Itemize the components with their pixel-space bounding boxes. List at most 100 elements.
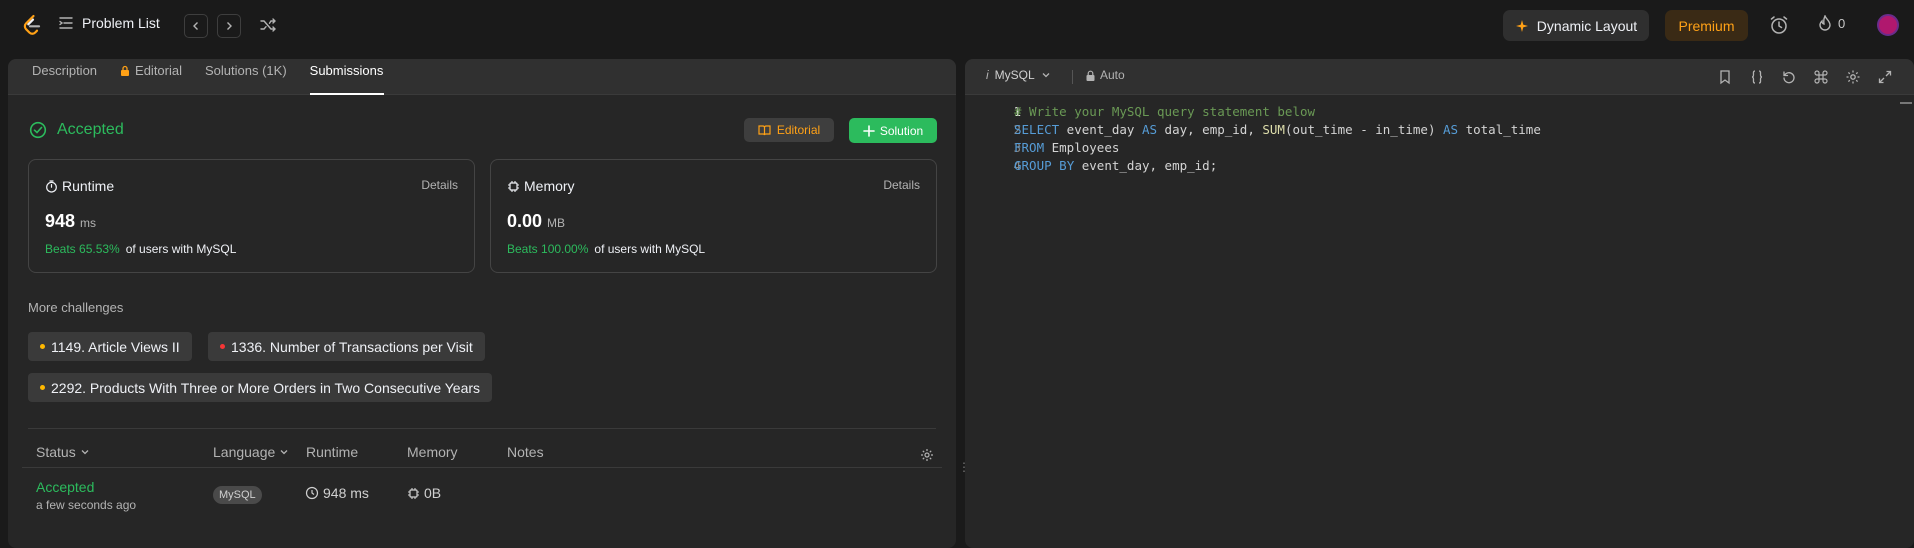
chevron-down-icon <box>280 450 288 455</box>
runtime-details-link[interactable]: Details <box>421 178 458 192</box>
reset-icon[interactable] <box>1781 69 1797 85</box>
editorial-button[interactable]: Editorial <box>744 118 834 142</box>
more-challenges-label: More challenges <box>28 300 124 315</box>
language-select-value: MySQL <box>994 68 1035 82</box>
runtime-value: 948 ms <box>45 211 96 232</box>
runtime-unit: ms <box>80 216 97 230</box>
avatar[interactable] <box>1877 14 1899 36</box>
row-memory: 0B <box>407 485 441 501</box>
code-line[interactable]: # Write your MySQL query statement below <box>1014 103 1315 121</box>
prev-problem-button[interactable] <box>184 14 208 38</box>
format-braces-icon[interactable] <box>1749 69 1765 85</box>
notes-header-label: Notes <box>507 444 544 460</box>
runtime-card[interactable]: Runtime Details 948 ms Beats 65.53% of us… <box>28 159 475 273</box>
leetcode-logo-icon[interactable] <box>20 13 44 37</box>
solution-button-label: Solution <box>879 123 924 138</box>
dynamic-layout-button[interactable]: Dynamic Layout <box>1503 10 1649 41</box>
toolbar-separator <box>1072 70 1073 84</box>
streak-count: 0 <box>1838 15 1846 31</box>
auto-toggle[interactable]: Auto <box>1086 68 1125 82</box>
chevron-left-icon <box>193 22 198 30</box>
list-icon <box>59 17 73 29</box>
memory-beats-pct: Beats 100.00% <box>507 242 589 256</box>
left-panel: Description Editorial Solutions (1K) Sub… <box>8 59 956 548</box>
tab-label: Submissions <box>309 62 384 78</box>
alarm-clock-icon[interactable] <box>1768 14 1790 36</box>
memory-unit: MB <box>547 216 566 230</box>
tab-editorial[interactable]: Editorial <box>112 59 197 94</box>
memory-card-title: Memory <box>507 178 575 194</box>
tab-label: Description <box>32 62 98 78</box>
result-header: Accepted <box>29 121 124 139</box>
table-row[interactable]: Accepted a few seconds ago MySQL 948 ms … <box>22 479 942 524</box>
command-icon[interactable] <box>1813 69 1829 85</box>
memory-title: Memory <box>524 178 575 194</box>
line-number: 4 <box>1013 158 1021 173</box>
memory-number: 0.00 <box>507 211 543 231</box>
sparkle-icon <box>1515 19 1528 32</box>
line-number: 3 <box>1013 140 1021 155</box>
editor-scrollbar[interactable] <box>1900 102 1912 104</box>
runtime-beats: Beats 65.53% of users with MySQL <box>45 242 236 256</box>
memory-column-header: Memory <box>407 444 458 460</box>
chevron-down-icon <box>81 450 89 455</box>
challenge-label: 1149. Article Views II <box>51 338 180 355</box>
row-status[interactable]: Accepted <box>36 479 94 495</box>
bookmark-icon[interactable] <box>1717 69 1733 85</box>
shuffle-icon[interactable] <box>258 15 278 35</box>
difficulty-dot <box>40 385 45 390</box>
flame-icon <box>1819 15 1831 31</box>
settings-gear-icon[interactable] <box>920 448 934 462</box>
memory-beats: Beats 100.00% of users with MySQL <box>507 242 705 256</box>
challenge-chip[interactable]: 1149. Article Views II <box>28 332 192 361</box>
chevron-right-icon <box>227 22 232 30</box>
code-line[interactable]: GROUP BY event_day, emp_id; <box>1014 157 1217 175</box>
problem-list-link[interactable]: Problem List <box>58 15 160 31</box>
row-runtime: 948 ms <box>305 485 369 501</box>
memory-details-link[interactable]: Details <box>883 178 920 192</box>
lock-icon <box>121 65 130 76</box>
row-runtime-value: 948 ms <box>323 485 369 501</box>
row-language-badge: MySQL <box>213 486 262 504</box>
language-select[interactable]: i MySQL <box>986 68 1051 82</box>
chevron-down-icon <box>1042 73 1050 78</box>
language-column-header[interactable]: Language <box>213 444 289 460</box>
tab-solutions[interactable]: Solutions (1K) <box>197 59 302 94</box>
tab-label: Solutions (1K) <box>205 62 287 78</box>
editor-toolbar: i MySQL Auto <box>965 59 1914 95</box>
status-header-label: Status <box>36 444 76 460</box>
check-circle-icon <box>29 121 47 139</box>
tab-label: Editorial <box>135 62 182 78</box>
premium-label: Premium <box>1678 17 1735 34</box>
line-number: 1 <box>1013 104 1021 119</box>
clock-icon <box>305 486 319 500</box>
runtime-beats-pct: Beats 65.53% <box>45 242 120 256</box>
status-column-header[interactable]: Status <box>36 444 90 460</box>
result-status: Accepted <box>57 121 124 138</box>
runtime-column-header: Runtime <box>306 444 358 460</box>
settings-gear-icon[interactable] <box>1845 69 1861 85</box>
expand-icon[interactable] <box>1877 69 1893 85</box>
row-timestamp: a few seconds ago <box>36 498 137 512</box>
dynamic-layout-label: Dynamic Layout <box>1536 17 1638 34</box>
runtime-card-title: Runtime <box>45 178 114 194</box>
code-line[interactable]: FROM Employees <box>1014 139 1119 157</box>
solution-button[interactable]: Solution <box>849 118 937 143</box>
next-problem-button[interactable] <box>217 14 241 38</box>
premium-button[interactable]: Premium <box>1665 10 1748 41</box>
memory-header-label: Memory <box>407 444 458 460</box>
tab-description[interactable]: Description <box>24 59 112 94</box>
plus-icon <box>863 124 875 137</box>
challenge-chip[interactable]: 1336. Number of Transactions per Visit <box>208 332 485 361</box>
book-icon <box>758 125 771 136</box>
runtime-number: 948 <box>45 211 76 231</box>
lock-icon <box>1086 70 1095 81</box>
challenge-chip[interactable]: 2292. Products With Three or More Orders… <box>28 373 493 402</box>
tab-bar: Description Editorial Solutions (1K) Sub… <box>8 59 956 95</box>
tab-submissions[interactable]: Submissions <box>302 59 399 95</box>
streak-counter[interactable]: 0 <box>1818 15 1845 31</box>
row-memory-value: 0B <box>424 485 442 501</box>
code-line[interactable]: SELECT event_day AS day, emp_id, SUM(out… <box>1014 121 1541 139</box>
runtime-header-label: Runtime <box>306 444 359 460</box>
memory-card[interactable]: Memory Details 0.00 MB Beats 100.00% of u… <box>490 159 937 273</box>
